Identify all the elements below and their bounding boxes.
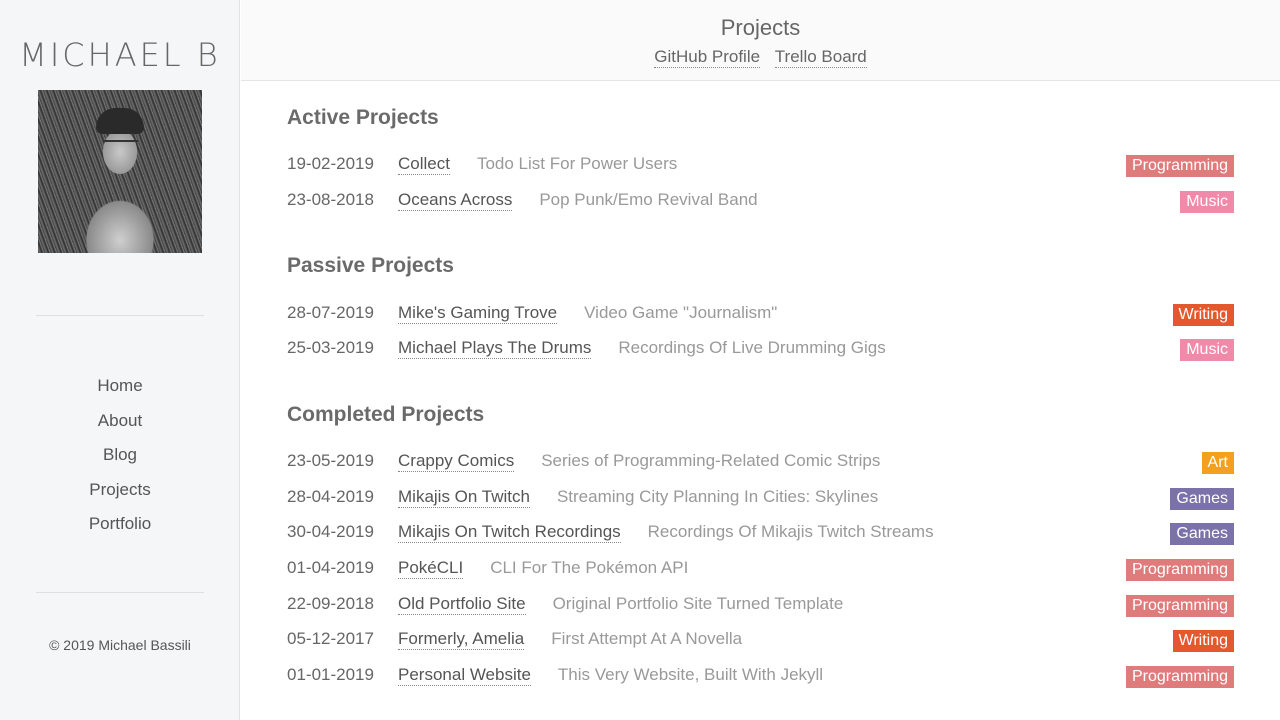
project-description: Todo List For Power Users (476, 154, 678, 173)
project-row: 23-05-2019 Crappy Comics Series of Program… (287, 450, 1234, 476)
github-profile-link[interactable]: GitHub Profile (654, 47, 761, 68)
project-tag[interactable]: Writing (1172, 304, 1234, 326)
trello-board-link[interactable]: Trello Board (774, 47, 867, 68)
project-tag[interactable]: Programming (1125, 595, 1234, 617)
project-date: 05-12-2017 (287, 629, 374, 648)
project-row: 19-02-2019 Collect Todo List For Power Use… (287, 153, 1234, 179)
project-link[interactable]: Old Portfolio Site (398, 594, 526, 615)
project-date: 28-07-2019 (287, 303, 374, 322)
sidebar-nav: Home About Blog Projects Portfolio (0, 375, 240, 548)
project-row: 05-12-2017 Formerly, Amelia First Attempt … (287, 628, 1234, 654)
project-row: 30-04-2019 Mikajis On Twitch Recordings Re… (287, 521, 1234, 547)
nav-blog[interactable]: Blog (0, 444, 240, 479)
page-header: Projects GitHub Profile Trello Board (241, 0, 1280, 81)
project-tag[interactable]: Games (1170, 488, 1234, 510)
project-link[interactable]: PokéCLI (398, 558, 464, 579)
sidebar: MICHAEL B Home About Blog Projects Portf… (0, 0, 240, 720)
avatar-hair (96, 108, 144, 134)
section-title: Active Projects (287, 106, 439, 129)
project-row: 01-01-2019 Personal Website This Very Webs… (287, 664, 1234, 690)
nav-home[interactable]: Home (0, 375, 240, 410)
project-link[interactable]: Oceans Across (398, 190, 513, 211)
header-links: GitHub Profile Trello Board (241, 47, 1280, 68)
project-date: 30-04-2019 (287, 522, 374, 541)
project-row: 28-07-2019 Mike's Gaming Trove Video Game … (287, 302, 1234, 328)
project-date: 01-01-2019 (287, 665, 374, 684)
project-tag[interactable]: Art (1201, 452, 1234, 474)
project-description: Recordings Of Mikajis Twitch Streams (647, 522, 934, 541)
nav-portfolio[interactable]: Portfolio (0, 513, 240, 548)
project-link[interactable]: Mike's Gaming Trove (398, 303, 558, 324)
avatar (38, 90, 202, 253)
project-tag[interactable]: Writing (1172, 630, 1234, 652)
project-description: Video Game "Journalism" (584, 303, 778, 322)
project-date: 23-05-2019 (287, 451, 374, 470)
project-tag[interactable]: Music (1180, 339, 1234, 361)
project-row: 22-09-2018 Old Portfolio Site Original Por… (287, 593, 1234, 619)
project-link[interactable]: Crappy Comics (398, 451, 515, 472)
project-link[interactable]: Michael Plays The Drums (398, 338, 592, 359)
project-link[interactable]: Personal Website (398, 665, 531, 686)
project-date: 01-04-2019 (287, 558, 374, 577)
page-title: Projects (720, 15, 801, 40)
project-row: 23-08-2018 Oceans Across Pop Punk/Emo Revi… (287, 189, 1234, 215)
project-description: Series of Programming-Related Comic Stri… (541, 451, 881, 470)
project-tag[interactable]: Games (1170, 523, 1234, 545)
project-row: 28-04-2019 Mikajis On Twitch Streaming Cit… (287, 486, 1234, 512)
project-description: Pop Punk/Emo Revival Band (539, 190, 758, 209)
project-link[interactable]: Collect (398, 154, 450, 175)
project-date: 28-04-2019 (287, 487, 374, 506)
project-tag[interactable]: Music (1180, 191, 1234, 213)
project-description: Recordings Of Live Drumming Gigs (618, 338, 886, 357)
project-link[interactable]: Formerly, Amelia (398, 629, 525, 650)
project-description: Original Portfolio Site Turned Template (552, 594, 844, 613)
project-link[interactable]: Mikajis On Twitch (398, 487, 530, 508)
project-date: 22-09-2018 (287, 594, 374, 613)
sidebar-divider (36, 315, 204, 316)
project-description: Streaming City Planning In Cities: Skyli… (556, 487, 879, 506)
project-row: 25-03-2019 Michael Plays The Drums Recordi… (287, 337, 1234, 363)
copyright-text: © 2019 Michael Bassili (49, 637, 191, 653)
project-description: CLI For The Pokémon API (490, 558, 689, 577)
project-date: 19-02-2019 (287, 154, 374, 173)
section-title: Completed Projects (287, 403, 485, 426)
project-link[interactable]: Mikajis On Twitch Recordings (398, 522, 621, 543)
project-tag[interactable]: Programming (1125, 155, 1234, 177)
nav-about[interactable]: About (0, 410, 240, 445)
avatar-glasses (104, 140, 138, 150)
project-date: 25-03-2019 (287, 338, 374, 357)
site-logo[interactable]: MICHAEL B (0, 36, 240, 74)
sidebar-divider (36, 592, 204, 593)
nav-projects[interactable]: Projects (0, 479, 240, 514)
project-tag[interactable]: Programming (1125, 559, 1234, 581)
project-row: 01-04-2019 PokéCLI CLI For The Pokémon API… (287, 557, 1234, 583)
project-description: First Attempt At A Novella (551, 629, 743, 648)
section-title: Passive Projects (287, 254, 454, 277)
project-date: 23-08-2018 (287, 190, 374, 209)
project-tag[interactable]: Programming (1125, 666, 1234, 688)
project-description: This Very Website, Built With Jekyll (557, 665, 824, 684)
